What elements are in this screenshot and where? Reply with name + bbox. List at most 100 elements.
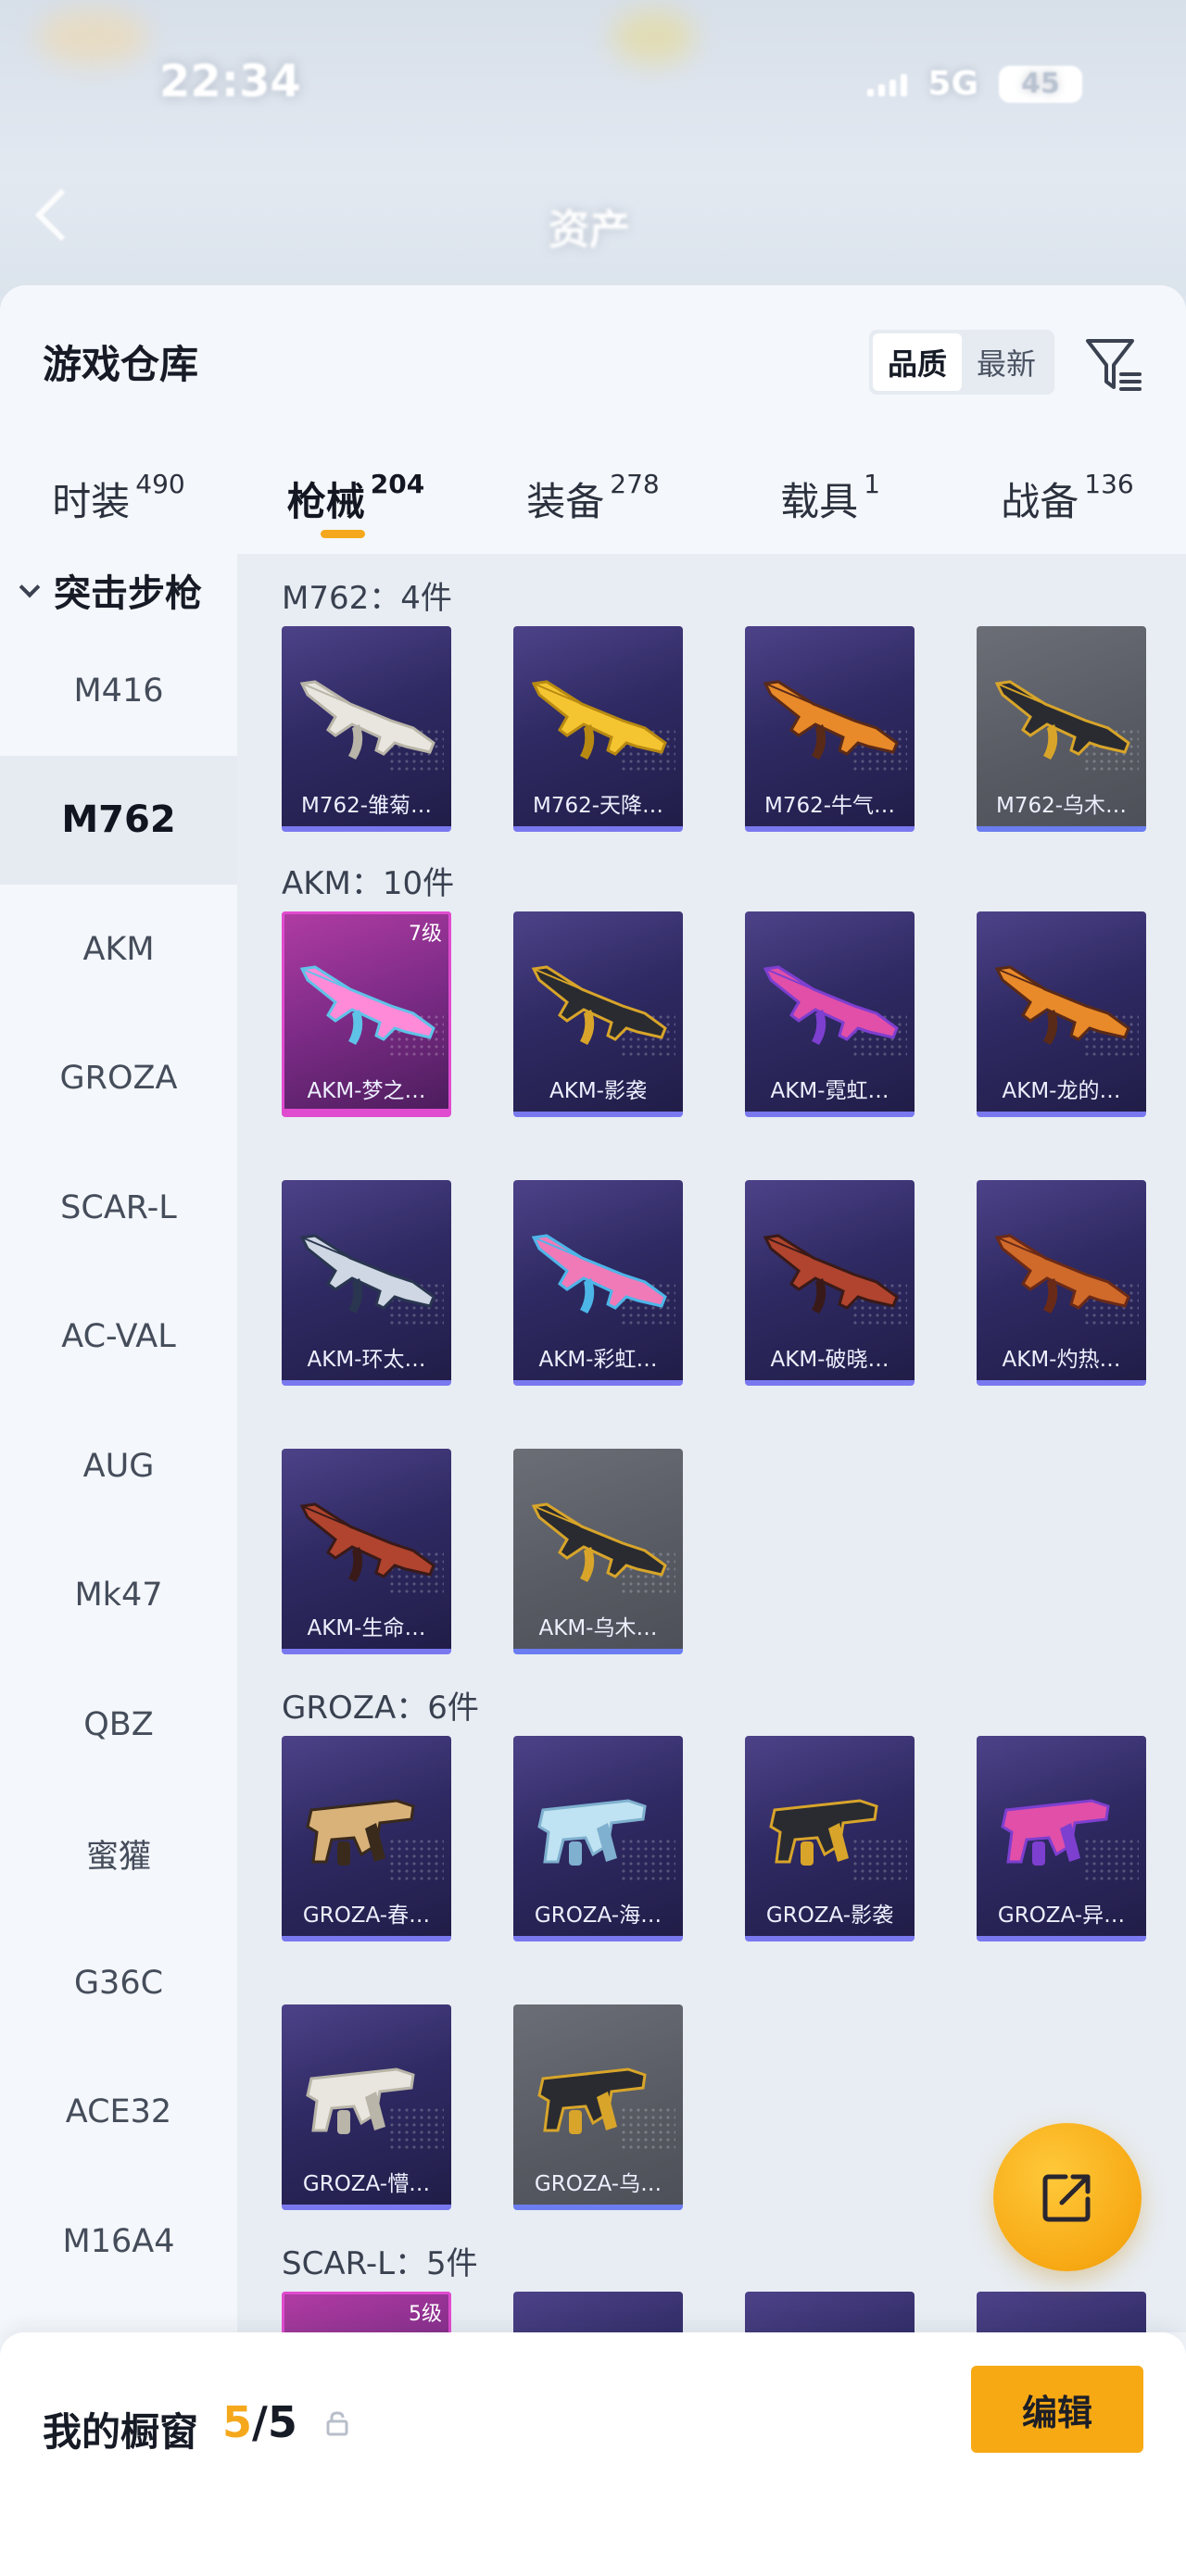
skin-name: GROZA-异… <box>997 1904 1126 1928</box>
showcase-count: 5/5 <box>222 2397 297 2447</box>
signal-icon <box>867 72 908 96</box>
sidebar-item-aug[interactable]: AUG <box>0 1401 237 1531</box>
skin-name: AKM-生命… <box>307 1616 426 1640</box>
sidebar-item-mk47[interactable]: Mk47 <box>0 1531 237 1661</box>
sidebar-category-label: 突击步枪 <box>54 572 202 615</box>
section-title-scar-l: SCAR-L：5件 <box>282 2245 478 2282</box>
skin-name: AKM-破晓… <box>770 1348 890 1372</box>
skin-name: M762-雏菊… <box>300 794 433 818</box>
blurred-decoration <box>37 9 148 65</box>
tab-firearms[interactable]: 枪械 204 <box>237 461 474 554</box>
weapon-skin-card[interactable]: M762-天降… <box>513 626 683 832</box>
weapon-skin-card[interactable]: 7级 AKM-梦之… <box>282 911 451 1117</box>
sidebar-item-ac-val[interactable]: AC-VAL <box>0 1273 237 1402</box>
background-header: 22:34 5G 45 资产 <box>0 0 1186 296</box>
weapon-skin-image <box>763 680 899 760</box>
weapon-skin-card[interactable]: AKM-灼热… <box>977 1180 1146 1386</box>
weapon-skin-image <box>299 1502 435 1582</box>
skin-name: AKM-环太… <box>307 1348 426 1372</box>
sidebar-item-g36c[interactable]: G36C <box>0 1918 237 2048</box>
weapon-skin-card[interactable]: M762-雏菊… <box>282 626 451 832</box>
weapon-skin-card[interactable]: AKM-龙的… <box>977 911 1146 1117</box>
tab-supplies[interactable]: 战备 136 <box>949 461 1186 554</box>
showcase-label: 我的橱窗 <box>43 2409 199 2455</box>
weapon-skin-card[interactable]: AKM-破晓… <box>745 1180 915 1386</box>
weapon-skin-card[interactable]: M762-牛气… <box>745 626 915 832</box>
skin-name: AKM-乌木… <box>538 1616 658 1640</box>
sidebar-item-honey-badger[interactable]: 蜜獾 <box>0 1790 237 1919</box>
blurred-decoration <box>612 9 695 65</box>
sidebar-item-m16a4[interactable]: M16A4 <box>0 2177 237 2306</box>
weapon-skin-card[interactable]: AKM-乌木… <box>513 1449 683 1654</box>
tab-equipment[interactable]: 装备 278 <box>474 461 712 554</box>
edit-showcase-button[interactable]: 编辑 <box>971 2366 1143 2453</box>
filter-icon[interactable] <box>1080 330 1147 396</box>
skin-name: GROZA-影袭 <box>765 1904 894 1928</box>
weapon-skin-card[interactable]: GROZA-海… <box>513 1736 683 1941</box>
sidebar-item-scar-l[interactable]: SCAR-L <box>0 1143 237 1273</box>
skin-name: GROZA-懵… <box>302 2172 431 2196</box>
status-time: 22:34 <box>159 56 301 107</box>
weapon-skin-card[interactable]: GROZA-影袭 <box>745 1736 915 1941</box>
weapon-type-sidebar: 突击步枪 M416 M762 AKM GROZA SCAR-L AC-VAL A… <box>0 554 237 2332</box>
lock-icon <box>326 2410 348 2436</box>
tab-vehicles[interactable]: 载具 1 <box>712 461 949 554</box>
weapon-skin-card[interactable]: GROZA-春… <box>282 1736 451 1941</box>
weapon-skin-card[interactable]: GROZA-乌… <box>513 2004 683 2210</box>
weapon-skin-card[interactable]: AKM-环太… <box>282 1180 451 1386</box>
weapon-skin-card[interactable]: AKM-彩虹… <box>513 1180 683 1386</box>
weapon-skin-image <box>299 1234 435 1313</box>
tab-label: 战备 <box>1001 479 1079 524</box>
skin-name: GROZA-乌… <box>534 2172 662 2196</box>
weapon-skin-card[interactable]: GROZA-懵… <box>282 2004 451 2210</box>
weapon-skin-card[interactable]: 5级 <box>282 2292 451 2332</box>
sidebar-item-qbz[interactable]: QBZ <box>0 1660 237 1790</box>
category-tabs: 时装 490 枪械 204 装备 278 载具 1 战备 136 <box>0 461 1186 554</box>
sort-quality-button[interactable]: 品质 <box>873 333 962 391</box>
sort-newest-button[interactable]: 最新 <box>962 333 1051 391</box>
chevron-down-icon <box>19 576 41 598</box>
weapon-skin-image <box>994 680 1130 760</box>
sidebar-item-m762[interactable]: M762 <box>0 755 237 885</box>
tab-count: 278 <box>610 469 660 499</box>
weapon-skin-card[interactable] <box>745 2292 915 2332</box>
share-button[interactable] <box>993 2123 1142 2271</box>
weapon-skin-image <box>531 1502 667 1582</box>
active-tab-indicator <box>321 530 365 538</box>
sidebar-category-assault-rifles[interactable]: 突击步枪 <box>0 554 237 626</box>
skin-name: AKM-梦之… <box>307 1079 426 1103</box>
tab-label: 装备 <box>526 479 605 524</box>
section-title-groza: GROZA：6件 <box>282 1690 479 1727</box>
weapon-skin-card[interactable]: AKM-霓虹… <box>745 911 915 1117</box>
weapon-skin-image <box>299 680 435 760</box>
skin-name: AKM-彩虹… <box>538 1348 658 1372</box>
weapon-skin-card[interactable] <box>977 2292 1146 2332</box>
tab-outfits[interactable]: 时装 490 <box>0 461 237 554</box>
sidebar-item-akm[interactable]: AKM <box>0 885 237 1014</box>
tab-count: 136 <box>1084 469 1134 499</box>
weapon-skin-card[interactable]: GROZA-异… <box>977 1736 1146 1941</box>
weapon-skin-card[interactable]: AKM-生命… <box>282 1449 451 1654</box>
showcase-max: 5 <box>267 2397 297 2447</box>
skin-name: GROZA-海… <box>534 1904 662 1928</box>
back-icon[interactable] <box>34 188 88 242</box>
share-icon <box>1042 2174 1091 2222</box>
weapon-skin-image <box>763 965 899 1045</box>
weapon-skin-grid: M762：4件 AKM：10件 GROZA：6件 SCAR-L：5件 M762-… <box>237 554 1186 2332</box>
sidebar-item-m416[interactable]: M416 <box>0 626 237 756</box>
weapon-skin-image <box>537 2067 647 2134</box>
sidebar-item-groza[interactable]: GROZA <box>0 1014 237 1144</box>
weapon-skin-card[interactable]: AKM-影袭 <box>513 911 683 1117</box>
tab-count: 204 <box>370 469 425 499</box>
network-type: 5G <box>927 65 978 103</box>
skin-level-badge: 5级 <box>409 2303 442 2326</box>
showcase-separator: / <box>252 2397 268 2447</box>
sidebar-item-ace32[interactable]: ACE32 <box>0 2048 237 2178</box>
background-title: 资产 <box>549 207 630 254</box>
weapon-skin-card[interactable]: M762-乌木… <box>977 626 1146 832</box>
skin-name: AKM-影袭 <box>549 1079 647 1103</box>
tab-count: 490 <box>135 469 185 499</box>
battery-icon: 45 <box>999 65 1082 103</box>
weapon-skin-card[interactable] <box>513 2292 683 2332</box>
weapon-skin-image <box>306 1799 415 1866</box>
